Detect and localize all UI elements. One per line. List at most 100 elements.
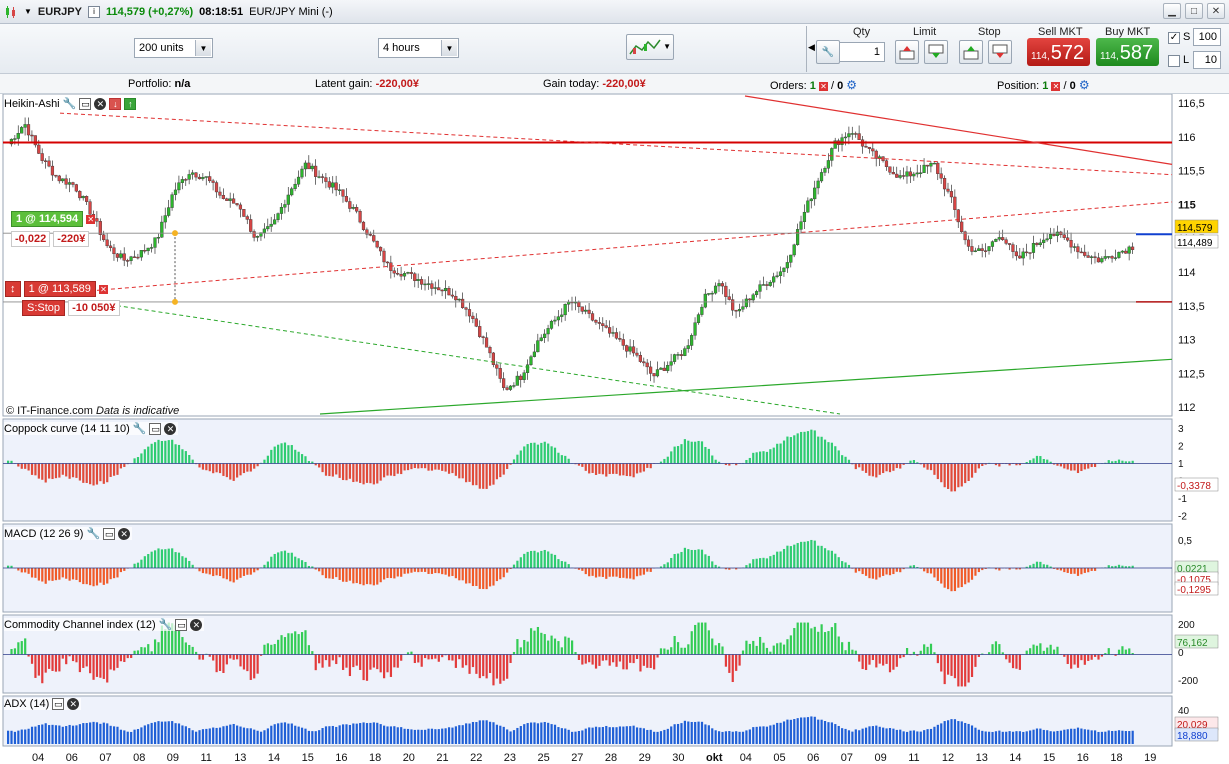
macd-bar	[365, 568, 369, 585]
candle-body	[1076, 246, 1080, 253]
adx-bar	[649, 729, 652, 744]
macd-bar	[625, 568, 628, 579]
candle-body	[898, 175, 902, 178]
cci-bar	[800, 622, 803, 655]
position-count-b[interactable]: 0	[1070, 80, 1076, 92]
candle-body	[960, 221, 964, 232]
portfolio-value: n/a	[174, 78, 191, 90]
window-icon[interactable]: ▭	[79, 97, 92, 110]
close-icon[interactable]: ✕	[164, 422, 177, 435]
buy-button[interactable]: 114, 587	[1096, 38, 1159, 66]
position-tag-label[interactable]: 1 @ 114,594	[11, 211, 84, 227]
gear-icon[interactable]: ⚙	[846, 78, 857, 92]
cci-bar	[119, 654, 122, 662]
close-icon[interactable]: ✕	[190, 618, 203, 631]
chart-area[interactable]: 116,5116115,5115114,5114113,5113112,5112…	[0, 94, 1229, 764]
coppock-bar	[150, 443, 153, 464]
candle-body	[809, 198, 813, 202]
units-select[interactable]: 200 units ▼	[134, 38, 213, 58]
stop-tag[interactable]: ↕ 1 @ 113,589 ✕	[5, 281, 108, 297]
l-checkbox[interactable]	[1168, 55, 1180, 67]
close-icon[interactable]: ✕	[118, 527, 131, 540]
candle-body	[901, 175, 906, 177]
limit-sell-button[interactable]	[924, 40, 948, 64]
buy-price-big: 587	[1119, 42, 1154, 64]
chart-type-button[interactable]: ▼	[626, 34, 674, 60]
coppock-bar	[588, 463, 591, 474]
symbol-dropdown-icon[interactable]: ▼	[24, 7, 32, 16]
close-orders-icon[interactable]: ✕	[818, 81, 828, 91]
adx-bar	[116, 726, 119, 744]
stop-sell-button[interactable]	[988, 40, 1012, 64]
drag-handle-icon[interactable]: ↕	[5, 281, 21, 297]
macd-bar	[338, 568, 341, 580]
sell-button[interactable]: 114, 572	[1027, 38, 1090, 66]
close-stop-icon[interactable]: ✕	[98, 284, 108, 294]
macd-bar	[803, 541, 806, 568]
coppock-bar	[164, 440, 167, 464]
window-icon[interactable]: ▭	[149, 422, 162, 435]
chevron-down-icon[interactable]: ▼	[441, 40, 457, 56]
coppock-bar	[365, 463, 369, 483]
window-icon[interactable]: ▭	[52, 698, 65, 710]
close-position-icon[interactable]: ✕	[1051, 81, 1061, 91]
maximize-button[interactable]: □	[1185, 3, 1203, 19]
wrench-icon[interactable]: 🔧	[86, 527, 100, 540]
minimize-button[interactable]: ▁	[1163, 3, 1181, 19]
position-tag[interactable]: 1 @ 114,594 ✕	[11, 211, 96, 227]
macd-bar	[940, 568, 943, 584]
adx-bar	[1114, 730, 1117, 744]
adx-bar	[44, 723, 47, 744]
macd-bar	[871, 568, 874, 579]
candle-body	[987, 246, 991, 251]
adx-bar	[670, 726, 673, 744]
coppock-bar	[950, 463, 953, 492]
adx-bar	[1066, 729, 1069, 744]
close-icon[interactable]: ✕	[94, 97, 107, 110]
wrench-icon[interactable]: 🔧	[63, 97, 77, 110]
cci-bar	[95, 654, 99, 677]
window-icon[interactable]: ▭	[175, 618, 188, 631]
symbol-name[interactable]: EURJPY	[38, 6, 82, 18]
arrow-up-icon[interactable]: ↑	[124, 97, 137, 110]
limit-buy-button[interactable]	[895, 40, 919, 64]
chevron-down-icon[interactable]: ▼	[195, 40, 211, 56]
gear-icon[interactable]: ⚙	[1079, 78, 1090, 92]
qty-input[interactable]: 1	[839, 42, 885, 62]
coppock-bar	[300, 454, 304, 464]
adx-bar	[495, 724, 498, 744]
collapse-arrow-icon[interactable]: ◀	[808, 42, 815, 53]
orders-count-b[interactable]: 0	[837, 80, 843, 92]
candle-body	[546, 328, 550, 335]
window-icon[interactable]: ▭	[103, 527, 116, 540]
orders-count[interactable]: 1	[810, 80, 816, 92]
arrow-down-icon[interactable]: ↓	[109, 97, 122, 110]
chevron-down-icon[interactable]: ▼	[663, 42, 671, 51]
cci-bar	[625, 654, 628, 670]
wrench-icon[interactable]: 🔧	[816, 40, 840, 64]
stop-buy-button[interactable]	[959, 40, 983, 64]
candle-body	[303, 162, 307, 170]
adx-bar	[157, 721, 160, 744]
timeframe-select[interactable]: 4 hours ▼	[378, 38, 459, 58]
s-checkbox[interactable]: ✓	[1168, 32, 1180, 44]
adx-value-label-2: 18,880	[1177, 731, 1208, 742]
close-position-icon[interactable]: ✕	[86, 214, 96, 224]
wrench-icon[interactable]: 🔧	[133, 422, 147, 435]
position-count[interactable]: 1	[1042, 80, 1048, 92]
s-value-input[interactable]: 100	[1193, 28, 1221, 46]
l-value-input[interactable]: 10	[1193, 51, 1221, 69]
info-icon[interactable]: i	[87, 5, 100, 18]
macd-bar	[492, 568, 495, 586]
cci-bar	[461, 654, 464, 668]
wrench-icon[interactable]: 🔧	[159, 618, 173, 631]
close-icon[interactable]: ✕	[67, 698, 80, 710]
stop-tag-label[interactable]: 1 @ 113,589	[23, 281, 96, 297]
cci-bar	[964, 654, 967, 687]
cci-bar	[112, 654, 116, 671]
coppock-bar	[1046, 459, 1049, 464]
date-tick-label: 15	[302, 752, 314, 764]
adx-bar	[642, 728, 645, 744]
close-button[interactable]: ✕	[1207, 3, 1225, 19]
candle-body	[351, 207, 355, 209]
